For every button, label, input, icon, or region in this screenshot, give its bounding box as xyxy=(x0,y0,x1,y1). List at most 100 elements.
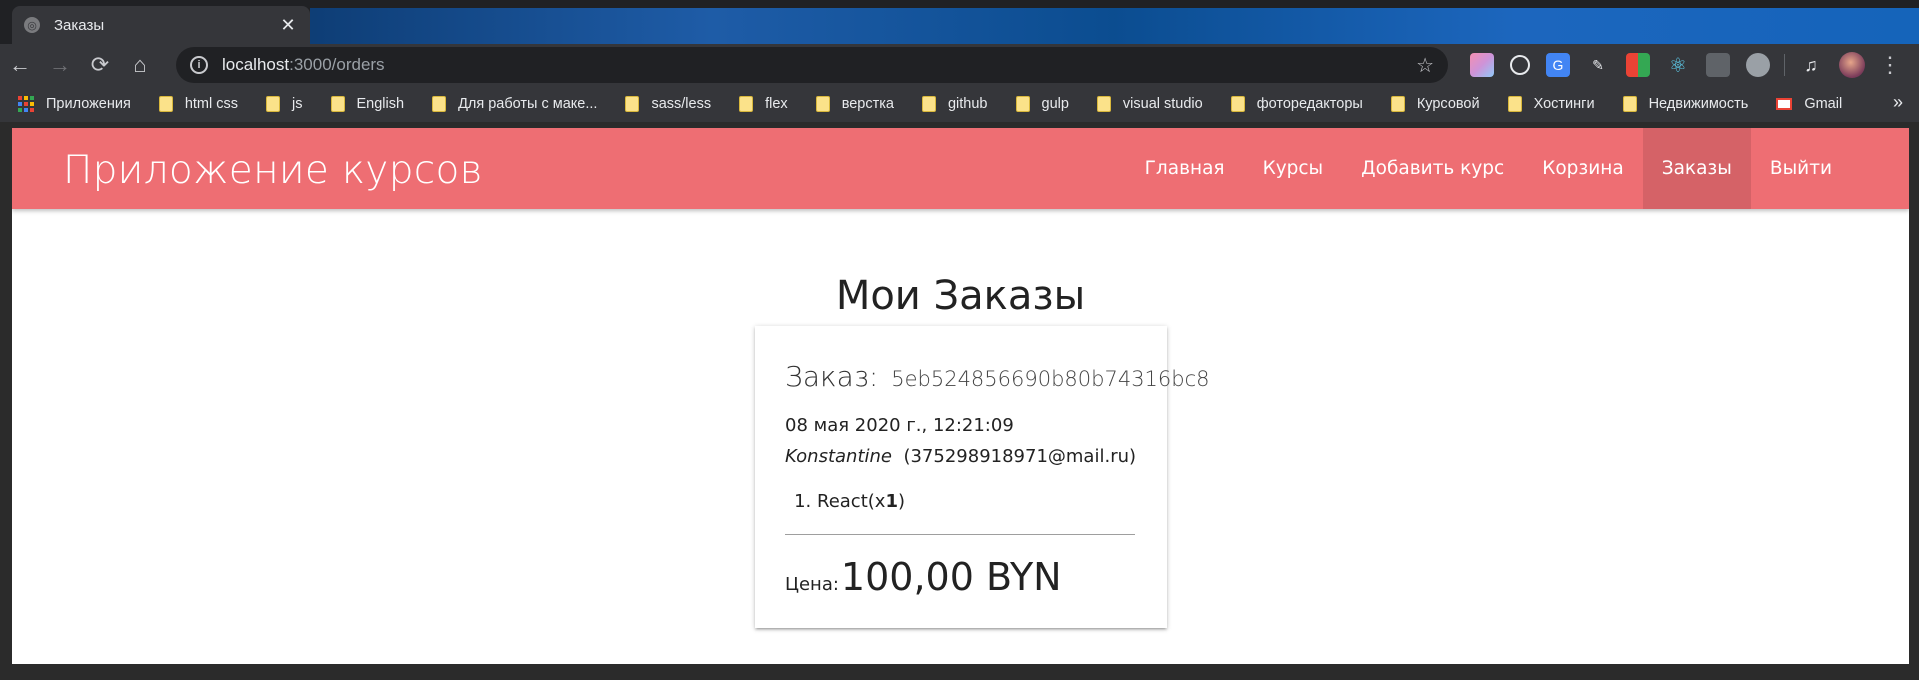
nav-orders[interactable]: Заказы xyxy=(1642,128,1751,209)
bookmark-folder[interactable]: flex xyxy=(739,96,788,112)
back-arrow-icon[interactable]: ← xyxy=(0,45,40,85)
site-navbar: Приложение курсов Главная Курсы Добавить… xyxy=(12,128,1909,209)
chevron-more-icon[interactable]: » xyxy=(1893,92,1903,113)
titlebar-background xyxy=(310,8,1919,44)
reload-icon[interactable]: ⟳ xyxy=(80,45,120,85)
folder-icon xyxy=(739,96,754,112)
browser-titlebar: ◎ Заказы ✕ xyxy=(0,0,1919,44)
info-icon[interactable]: i xyxy=(190,56,208,74)
home-icon[interactable]: ⌂ xyxy=(120,45,160,85)
extensions-area: G ✎ ⚛ ♫ ⋮ xyxy=(1462,44,1901,86)
folder-icon xyxy=(1622,96,1637,112)
bookmark-folder[interactable]: sass/less xyxy=(625,96,711,112)
price-label: Цена: xyxy=(785,574,839,595)
bookmark-label: html css xyxy=(184,96,239,112)
order-items-list: React(x1) xyxy=(817,491,1137,512)
order-date: 08 мая 2020 г., 12:21:09 xyxy=(785,415,1014,436)
folder-icon xyxy=(266,96,281,112)
nav-cart[interactable]: Корзина xyxy=(1523,128,1643,209)
translate-extension-icon[interactable]: G xyxy=(1546,53,1570,77)
nav-home[interactable]: Главная xyxy=(1126,128,1244,209)
bookmarks-bar: Приложения html css js English Для работ… xyxy=(0,86,1919,122)
list-item: React(x1) xyxy=(817,491,1137,512)
grid-extension-icon[interactable] xyxy=(1626,53,1650,77)
folder-icon xyxy=(1096,96,1111,112)
order-card: Заказ: 5eb524856690b80b74316bc8 08 мая 2… xyxy=(755,326,1210,628)
bookmark-folder[interactable]: Курсовой xyxy=(1390,96,1480,112)
bookmark-folder[interactable]: верстка xyxy=(815,96,894,112)
bookmark-apps[interactable]: Приложения xyxy=(18,96,131,112)
bookmark-label: Недвижимость xyxy=(1648,96,1749,112)
url-host: localhost xyxy=(222,55,290,74)
folder-icon xyxy=(432,96,447,112)
bookmark-gmail[interactable]: Gmail xyxy=(1776,96,1842,112)
url-text[interactable]: localhost:3000/orders xyxy=(222,55,1416,75)
bookmark-folder[interactable]: Хостинги xyxy=(1507,96,1595,112)
folder-icon xyxy=(330,96,345,112)
menu-dots-icon[interactable]: ⋮ xyxy=(1879,52,1901,78)
chat-extension-icon[interactable] xyxy=(1510,55,1530,75)
bookmark-folder[interactable]: gulp xyxy=(1015,96,1069,112)
bookmark-label: верстка xyxy=(841,96,894,112)
bookmark-label: Хостинги xyxy=(1533,96,1595,112)
forward-arrow-icon[interactable]: → xyxy=(40,45,80,85)
order-user: Konstantine (375298918971@mail.ru) xyxy=(785,446,1137,467)
nav-links: Главная Курсы Добавить курс Корзина Зака… xyxy=(1126,128,1851,209)
folder-icon xyxy=(1230,96,1245,112)
profile-avatar[interactable] xyxy=(1839,52,1865,78)
address-bar[interactable]: i localhost:3000/orders ☆ xyxy=(176,47,1448,83)
order-user-name: Konstantine xyxy=(785,446,892,467)
bookmark-folder[interactable]: Недвижимость xyxy=(1622,96,1749,112)
order-user-email: (375298918971@mail.ru) xyxy=(903,446,1137,467)
close-icon[interactable]: ✕ xyxy=(278,15,298,36)
media-control-icon[interactable]: ♫ xyxy=(1799,53,1823,77)
order-title-label: Заказ: xyxy=(785,360,879,393)
item-name: React xyxy=(817,491,868,512)
bookmark-label: github xyxy=(947,96,988,112)
folder-icon xyxy=(625,96,640,112)
order-id: 5eb524856690b80b74316bc8 xyxy=(891,367,1210,391)
bookmark-folder[interactable]: visual studio xyxy=(1096,96,1203,112)
brand-logo[interactable]: Приложение курсов xyxy=(63,148,483,193)
bookmark-label: gulp xyxy=(1041,96,1069,112)
bookmark-label: sass/less xyxy=(651,96,712,112)
page-title: Мои Заказы xyxy=(835,273,1086,319)
bookmark-label: Приложения xyxy=(46,96,131,112)
bookmark-label: фоторедакторы xyxy=(1256,96,1363,112)
order-price: Цена: 100,00 BYN xyxy=(785,555,1137,599)
react-devtools-icon[interactable]: ⚛ xyxy=(1666,53,1690,77)
bookmark-label: Для работы с маке... xyxy=(458,96,598,112)
eyedropper-extension-icon[interactable]: ✎ xyxy=(1586,53,1610,77)
folder-icon xyxy=(158,96,173,112)
color-picker-extension-icon[interactable] xyxy=(1470,53,1494,77)
bookmark-label: English xyxy=(356,96,405,112)
folder-icon xyxy=(1015,96,1030,112)
folder-icon xyxy=(815,96,830,112)
bookmark-label: js xyxy=(292,96,303,112)
nav-courses[interactable]: Курсы xyxy=(1244,128,1343,209)
order-title: Заказ: 5eb524856690b80b74316bc8 xyxy=(785,360,1210,393)
bookmark-star-icon[interactable]: ☆ xyxy=(1416,53,1434,78)
bookmark-folder[interactable]: html css xyxy=(158,96,239,112)
gmail-icon xyxy=(1776,98,1793,110)
divider xyxy=(785,534,1135,535)
page-viewport: Приложение курсов Главная Курсы Добавить… xyxy=(12,128,1909,664)
browser-tab[interactable]: ◎ Заказы ✕ xyxy=(12,6,310,44)
item-qty: 1 xyxy=(885,491,898,512)
bookmark-folder[interactable]: github xyxy=(921,96,988,112)
bookmark-label: flex xyxy=(765,96,788,112)
apps-grid-icon xyxy=(18,96,34,112)
nav-add-course[interactable]: Добавить курс xyxy=(1342,128,1523,209)
folder-icon xyxy=(1507,96,1522,112)
folder-icon xyxy=(921,96,936,112)
bookmark-folder[interactable]: English xyxy=(330,96,405,112)
bookmark-folder[interactable]: js xyxy=(266,96,303,112)
circle-extension-icon[interactable] xyxy=(1746,53,1770,77)
bookmark-folder[interactable]: Для работы с маке... xyxy=(432,96,597,112)
bookmark-folder[interactable]: фоторедакторы xyxy=(1230,96,1363,112)
nav-logout[interactable]: Выйти xyxy=(1751,128,1851,209)
toolbar-separator xyxy=(1784,54,1785,76)
browser-toolbar: ← → ⟳ ⌂ i localhost:3000/orders ☆ G ✎ ⚛ … xyxy=(0,44,1919,86)
tab-title: Заказы xyxy=(54,16,105,34)
layout-extension-icon[interactable] xyxy=(1706,53,1730,77)
